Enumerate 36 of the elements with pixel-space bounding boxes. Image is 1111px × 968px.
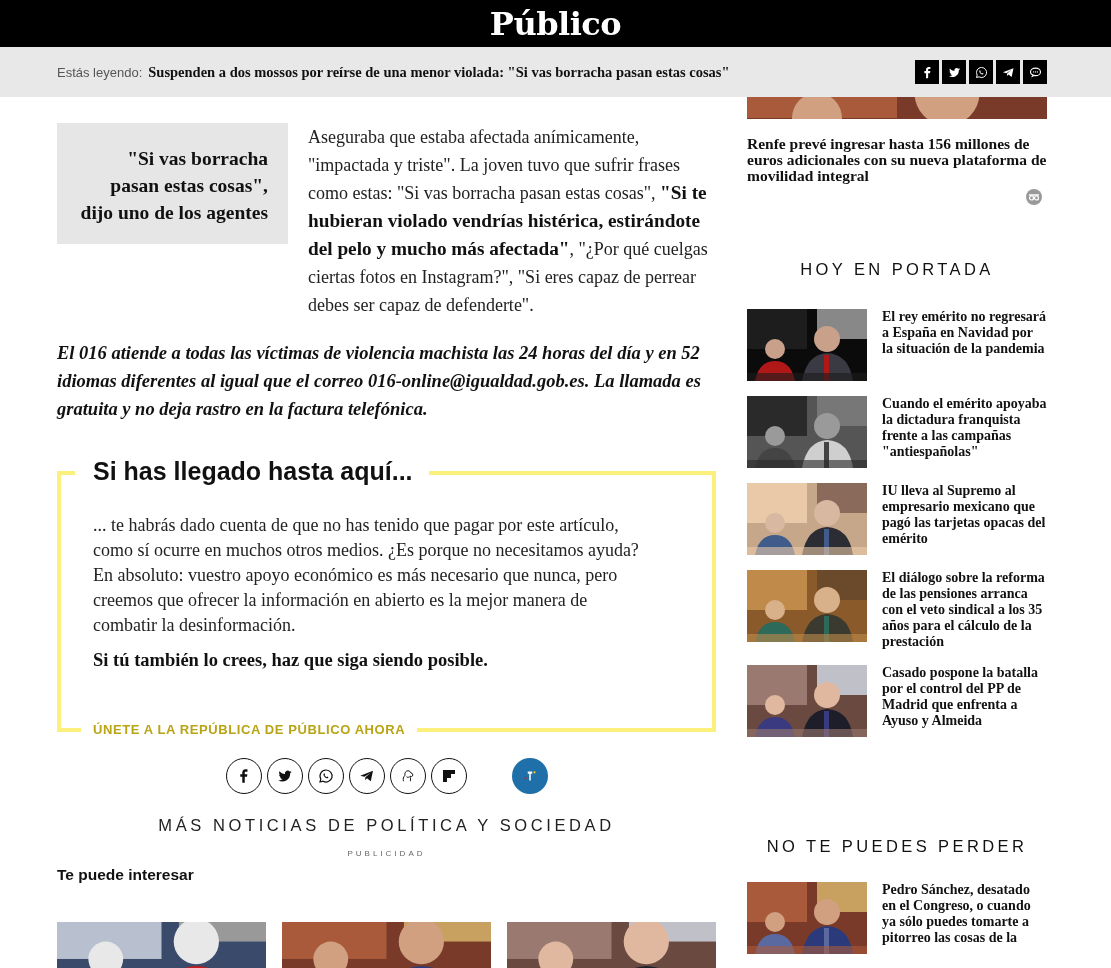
- story-headline[interactable]: IU lleva al Supremo al empresario mexicano que pagó las tarjetas opacas del emérito: [882, 483, 1047, 555]
- ad-label: PUBLICIDAD: [346, 849, 427, 858]
- reading-label: Estás leyendo:: [57, 64, 143, 80]
- story-headline[interactable]: Renfe prevé ingresar hasta 156 millones de euros adicionales con su nueva plataforma de movilidad integral: [747, 136, 1047, 184]
- helpline-note: El 016 atiende a todas las víctimas de violencia machista las 24 horas del día y en 52 idiomas diferentes al igual que el correo 016-online@igualdad.gob.es. La llamada es gratuita y no deja rastro en la factura telefónica.: [57, 342, 702, 421]
- reading-headline[interactable]: Suspenden a dos mossos por reírse de una menor violada: "Si vas borracha pasan estas cosas": [148, 63, 909, 81]
- facebook-share-button[interactable]: [915, 60, 939, 84]
- whatsapp-icon: [973, 64, 989, 80]
- facebook-share-button[interactable]: [225, 758, 262, 794]
- telegram-share-button[interactable]: [996, 60, 1020, 84]
- twitter-share-button[interactable]: [942, 60, 966, 84]
- support-paragraph: ... te habrás dado cuenta de que no has tenido que pagar por este artículo, como sí ocurre en muchos otros medios. ¿Es porque no necesitamos ayuda? En absoluto: vuestro apoyo económico es más necesario que nunca, pero creemos que ofrecer la información en abierto es la mejor manera de combatir la desinformación.: [93, 514, 640, 637]
- section-heading: HOY EN PORTADA: [799, 260, 995, 279]
- flipboard-share-button[interactable]: [430, 758, 467, 794]
- section-heading[interactable]: MÁS NOTICIAS DE POLÍTICA Y SOCIEDAD: [57, 816, 716, 835]
- story-headline[interactable]: Cuando el emérito apoyaba la dictadura franquista frente a las campañas "antiespañolas": [882, 396, 1047, 468]
- round-logo-button[interactable]: [511, 758, 548, 794]
- site-logo[interactable]: Público: [489, 4, 622, 43]
- reader-icon[interactable]: [1026, 189, 1042, 205]
- whatsapp-share-button[interactable]: [969, 60, 993, 84]
- story-headline[interactable]: El rey emérito no regresará a España en Navidad por la situación de la pandemia: [882, 309, 1047, 381]
- pull-quote: "Si vas borracha pasan estas cosas", dijo uno de los agentes: [57, 123, 288, 244]
- whatsapp-share-button[interactable]: [307, 758, 344, 794]
- comments-share-button[interactable]: [1023, 60, 1047, 84]
- story-headline[interactable]: Casado pospone la batalla por el control del PP de Madrid que enfrenta a Ayuso y Almeida: [882, 665, 1047, 737]
- section-heading: NO TE PUEDES PERDER: [765, 837, 1029, 856]
- whatsapp-icon: [316, 767, 335, 785]
- telegram-share-button[interactable]: [348, 758, 385, 794]
- story-headline[interactable]: Pedro Sánchez, desatado en el Congreso, o cuando ya sólo puedes tomarte a pitorreo las cosas de la: [882, 882, 1047, 954]
- twitter-share-button[interactable]: [266, 758, 303, 794]
- meneame-share-button[interactable]: [389, 758, 426, 794]
- comments-icon: [1027, 64, 1043, 80]
- recommended-heading: Te puede interesar: [57, 866, 195, 884]
- support-closing: Si tú también lo crees, haz que siga siendo posible.: [93, 650, 489, 671]
- story-headline[interactable]: El diálogo sobre la reforma de las pensiones arranca con el veto sindical a los 35 años para el cálculo de la prestación: [882, 570, 1047, 650]
- article-paragraph: Aseguraba que estaba afectada anímicamente, "impactada y triste". La joven tuvo que sufrir frases como estas: "Si vas borracha pasan estas cosas", "Si te hubieran violado vendrías histérica, estirándote del pelo y mucho más afectada", "¿Por qué cuelgas ciertas fotos en Instagram?", "Si eres capaz de perrear debes ser capaz de defenderte".: [308, 126, 709, 317]
